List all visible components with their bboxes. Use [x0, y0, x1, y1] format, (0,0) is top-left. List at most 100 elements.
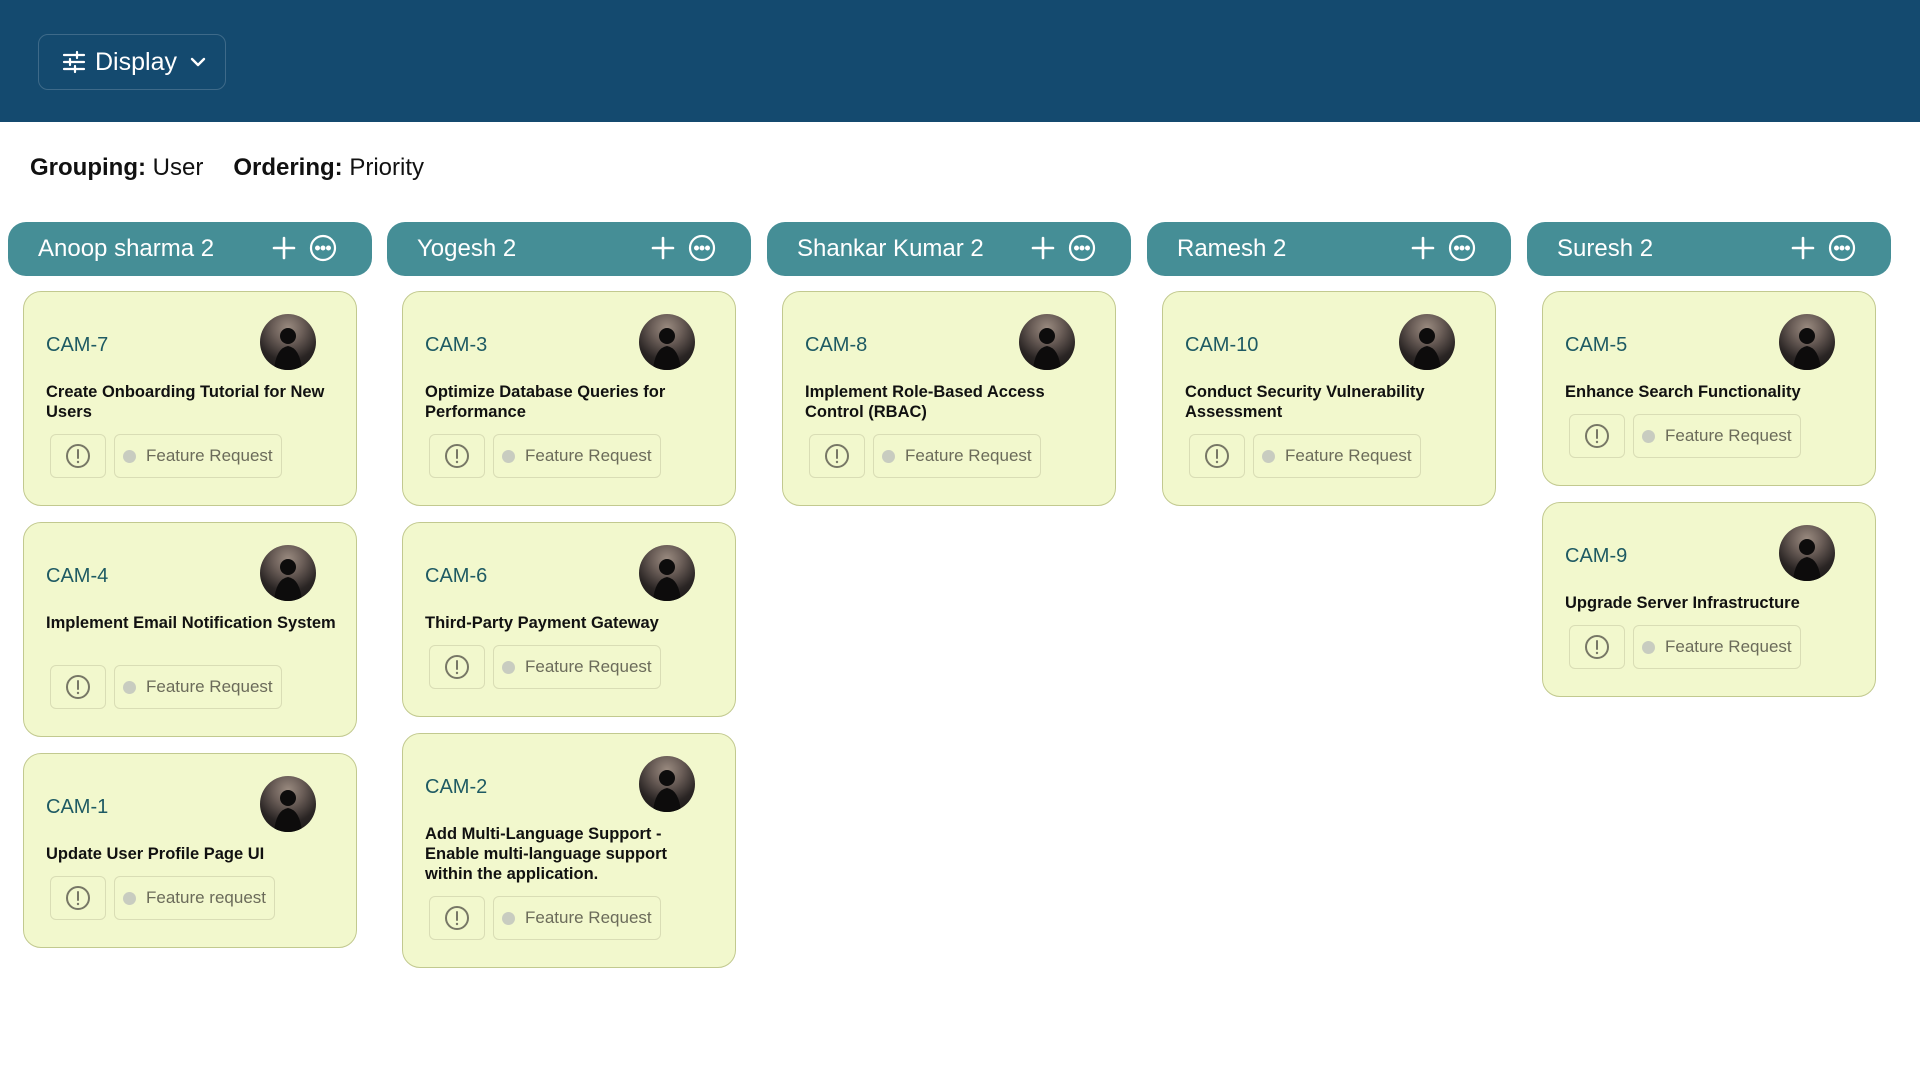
issue-card[interactable]: CAM-9 Upgrade Server Infrastructure Feat…: [1542, 502, 1876, 697]
priority-button[interactable]: [429, 896, 485, 940]
exclamation-circle-icon: [1585, 424, 1609, 448]
card-footer: Feature Request: [429, 434, 661, 478]
issue-id[interactable]: CAM-4: [46, 565, 108, 588]
column-title: Anoop sharma 2: [38, 235, 215, 262]
view-settings: Grouping: User Ordering: Priority: [30, 154, 424, 182]
tag-dot: [1642, 429, 1655, 443]
tag-badge[interactable]: Feature Request: [493, 434, 661, 478]
tag-label: Feature Request: [146, 677, 273, 696]
column-header: Shankar Kumar 2: [767, 222, 1131, 276]
ordering-label: Ordering:: [233, 154, 343, 181]
issue-id[interactable]: CAM-6: [425, 565, 487, 588]
tag-badge[interactable]: Feature Request: [1633, 625, 1801, 669]
user-avatar: [260, 314, 316, 370]
sliders-icon: [61, 49, 87, 75]
exclamation-circle-icon: [445, 444, 469, 468]
tag-badge[interactable]: Feature Request: [1633, 414, 1801, 458]
more-options-icon[interactable]: [308, 233, 338, 263]
issue-card[interactable]: CAM-6 Third-Party Payment Gateway Featur…: [402, 522, 736, 717]
issue-title: Upgrade Server Infrastructure: [1565, 594, 1800, 612]
issue-card[interactable]: CAM-5 Enhance Search Functionality Featu…: [1542, 291, 1876, 486]
tag-label: Feature Request: [1665, 426, 1792, 445]
exclamation-circle-icon: [66, 444, 90, 468]
issue-card[interactable]: CAM-8 Implement Role-Based Access Contro…: [782, 291, 1116, 506]
tag-badge[interactable]: Feature Request: [493, 645, 661, 689]
tag-badge[interactable]: Feature Request: [493, 896, 661, 940]
more-options-icon[interactable]: [1827, 233, 1857, 263]
user-avatar: [639, 314, 695, 370]
tag-label: Feature Request: [146, 446, 273, 465]
exclamation-circle-icon: [1585, 635, 1609, 659]
chevron-down-icon: [187, 51, 209, 73]
tag-label: Feature Request: [525, 446, 652, 465]
card-footer: Feature Request: [50, 434, 282, 478]
plus-icon[interactable]: [1029, 234, 1057, 262]
priority-button[interactable]: [50, 434, 106, 478]
issue-card[interactable]: CAM-10 Conduct Security Vulnerability As…: [1162, 291, 1496, 506]
card-footer: Feature Request: [1189, 434, 1421, 478]
priority-button[interactable]: [429, 645, 485, 689]
priority-button[interactable]: [1569, 414, 1625, 458]
tag-label: Feature Request: [525, 657, 652, 676]
more-options-icon[interactable]: [687, 233, 717, 263]
priority-button[interactable]: [50, 665, 106, 709]
issue-title: Optimize Database Queries for Performanc…: [425, 383, 666, 421]
card-footer: Feature Request: [50, 665, 282, 709]
exclamation-circle-icon: [1205, 444, 1229, 468]
issue-card[interactable]: CAM-4 Implement Email Notification Syste…: [23, 522, 357, 737]
user-avatar: [1779, 525, 1835, 581]
more-options-icon[interactable]: [1447, 233, 1477, 263]
tag-dot: [123, 449, 136, 463]
issue-title: Update User Profile Page UI: [46, 845, 265, 863]
tag-label: Feature Request: [1285, 446, 1412, 465]
issue-card[interactable]: CAM-1 Update User Profile Page UI Featur…: [23, 753, 357, 948]
issue-id[interactable]: CAM-1: [46, 796, 108, 819]
plus-icon[interactable]: [1789, 234, 1817, 262]
user-avatar: [1019, 314, 1075, 370]
column-header: Yogesh 2: [387, 222, 751, 276]
issue-id[interactable]: CAM-5: [1565, 334, 1627, 357]
exclamation-circle-icon: [66, 675, 90, 699]
issue-id[interactable]: CAM-10: [1185, 334, 1258, 357]
issue-card[interactable]: CAM-7 Create Onboarding Tutorial for New…: [23, 291, 357, 506]
display-button-label: Display: [95, 47, 177, 76]
column-header: Ramesh 2: [1147, 222, 1511, 276]
issue-id[interactable]: CAM-3: [425, 334, 487, 357]
plus-icon[interactable]: [1409, 234, 1437, 262]
issue-title: Create Onboarding Tutorial for New Users: [46, 383, 325, 421]
column-title: Ramesh 2: [1177, 235, 1287, 262]
priority-button[interactable]: [429, 434, 485, 478]
priority-button[interactable]: [1569, 625, 1625, 669]
column-title: Yogesh 2: [417, 235, 517, 262]
priority-button[interactable]: [1189, 434, 1245, 478]
issue-id[interactable]: CAM-9: [1565, 545, 1627, 568]
issue-id[interactable]: CAM-2: [425, 776, 487, 799]
plus-icon[interactable]: [649, 234, 677, 262]
tag-dot: [502, 911, 515, 925]
tag-badge[interactable]: Feature request: [114, 876, 276, 920]
issue-id[interactable]: CAM-8: [805, 334, 867, 357]
issue-title: Conduct Security Vulnerability Assessmen…: [1185, 383, 1425, 421]
grouping-value: User: [152, 154, 204, 181]
issue-card[interactable]: CAM-3 Optimize Database Queries for Perf…: [402, 291, 736, 506]
tag-label: Feature Request: [905, 446, 1032, 465]
tag-badge[interactable]: Feature Request: [114, 434, 282, 478]
issue-id[interactable]: CAM-7: [46, 334, 108, 357]
tag-badge[interactable]: Feature Request: [873, 434, 1041, 478]
issue-title: Third-Party Payment Gateway: [425, 614, 659, 632]
tag-badge[interactable]: Feature Request: [1253, 434, 1421, 478]
tag-badge[interactable]: Feature Request: [114, 665, 282, 709]
plus-icon[interactable]: [270, 234, 298, 262]
tag-dot: [123, 891, 136, 905]
card-footer: Feature Request: [429, 645, 661, 689]
issue-card[interactable]: CAM-2 Add Multi-Language Support - Enabl…: [402, 733, 736, 968]
top-bar: Display: [0, 0, 1920, 122]
exclamation-circle-icon: [825, 444, 849, 468]
ordering-setting: Ordering: Priority: [233, 154, 424, 182]
more-options-icon[interactable]: [1067, 233, 1097, 263]
priority-button[interactable]: [50, 876, 106, 920]
priority-button[interactable]: [809, 434, 865, 478]
card-footer: Feature Request: [429, 896, 661, 940]
display-button[interactable]: Display: [38, 34, 226, 90]
grouping-label: Grouping:: [30, 154, 146, 181]
